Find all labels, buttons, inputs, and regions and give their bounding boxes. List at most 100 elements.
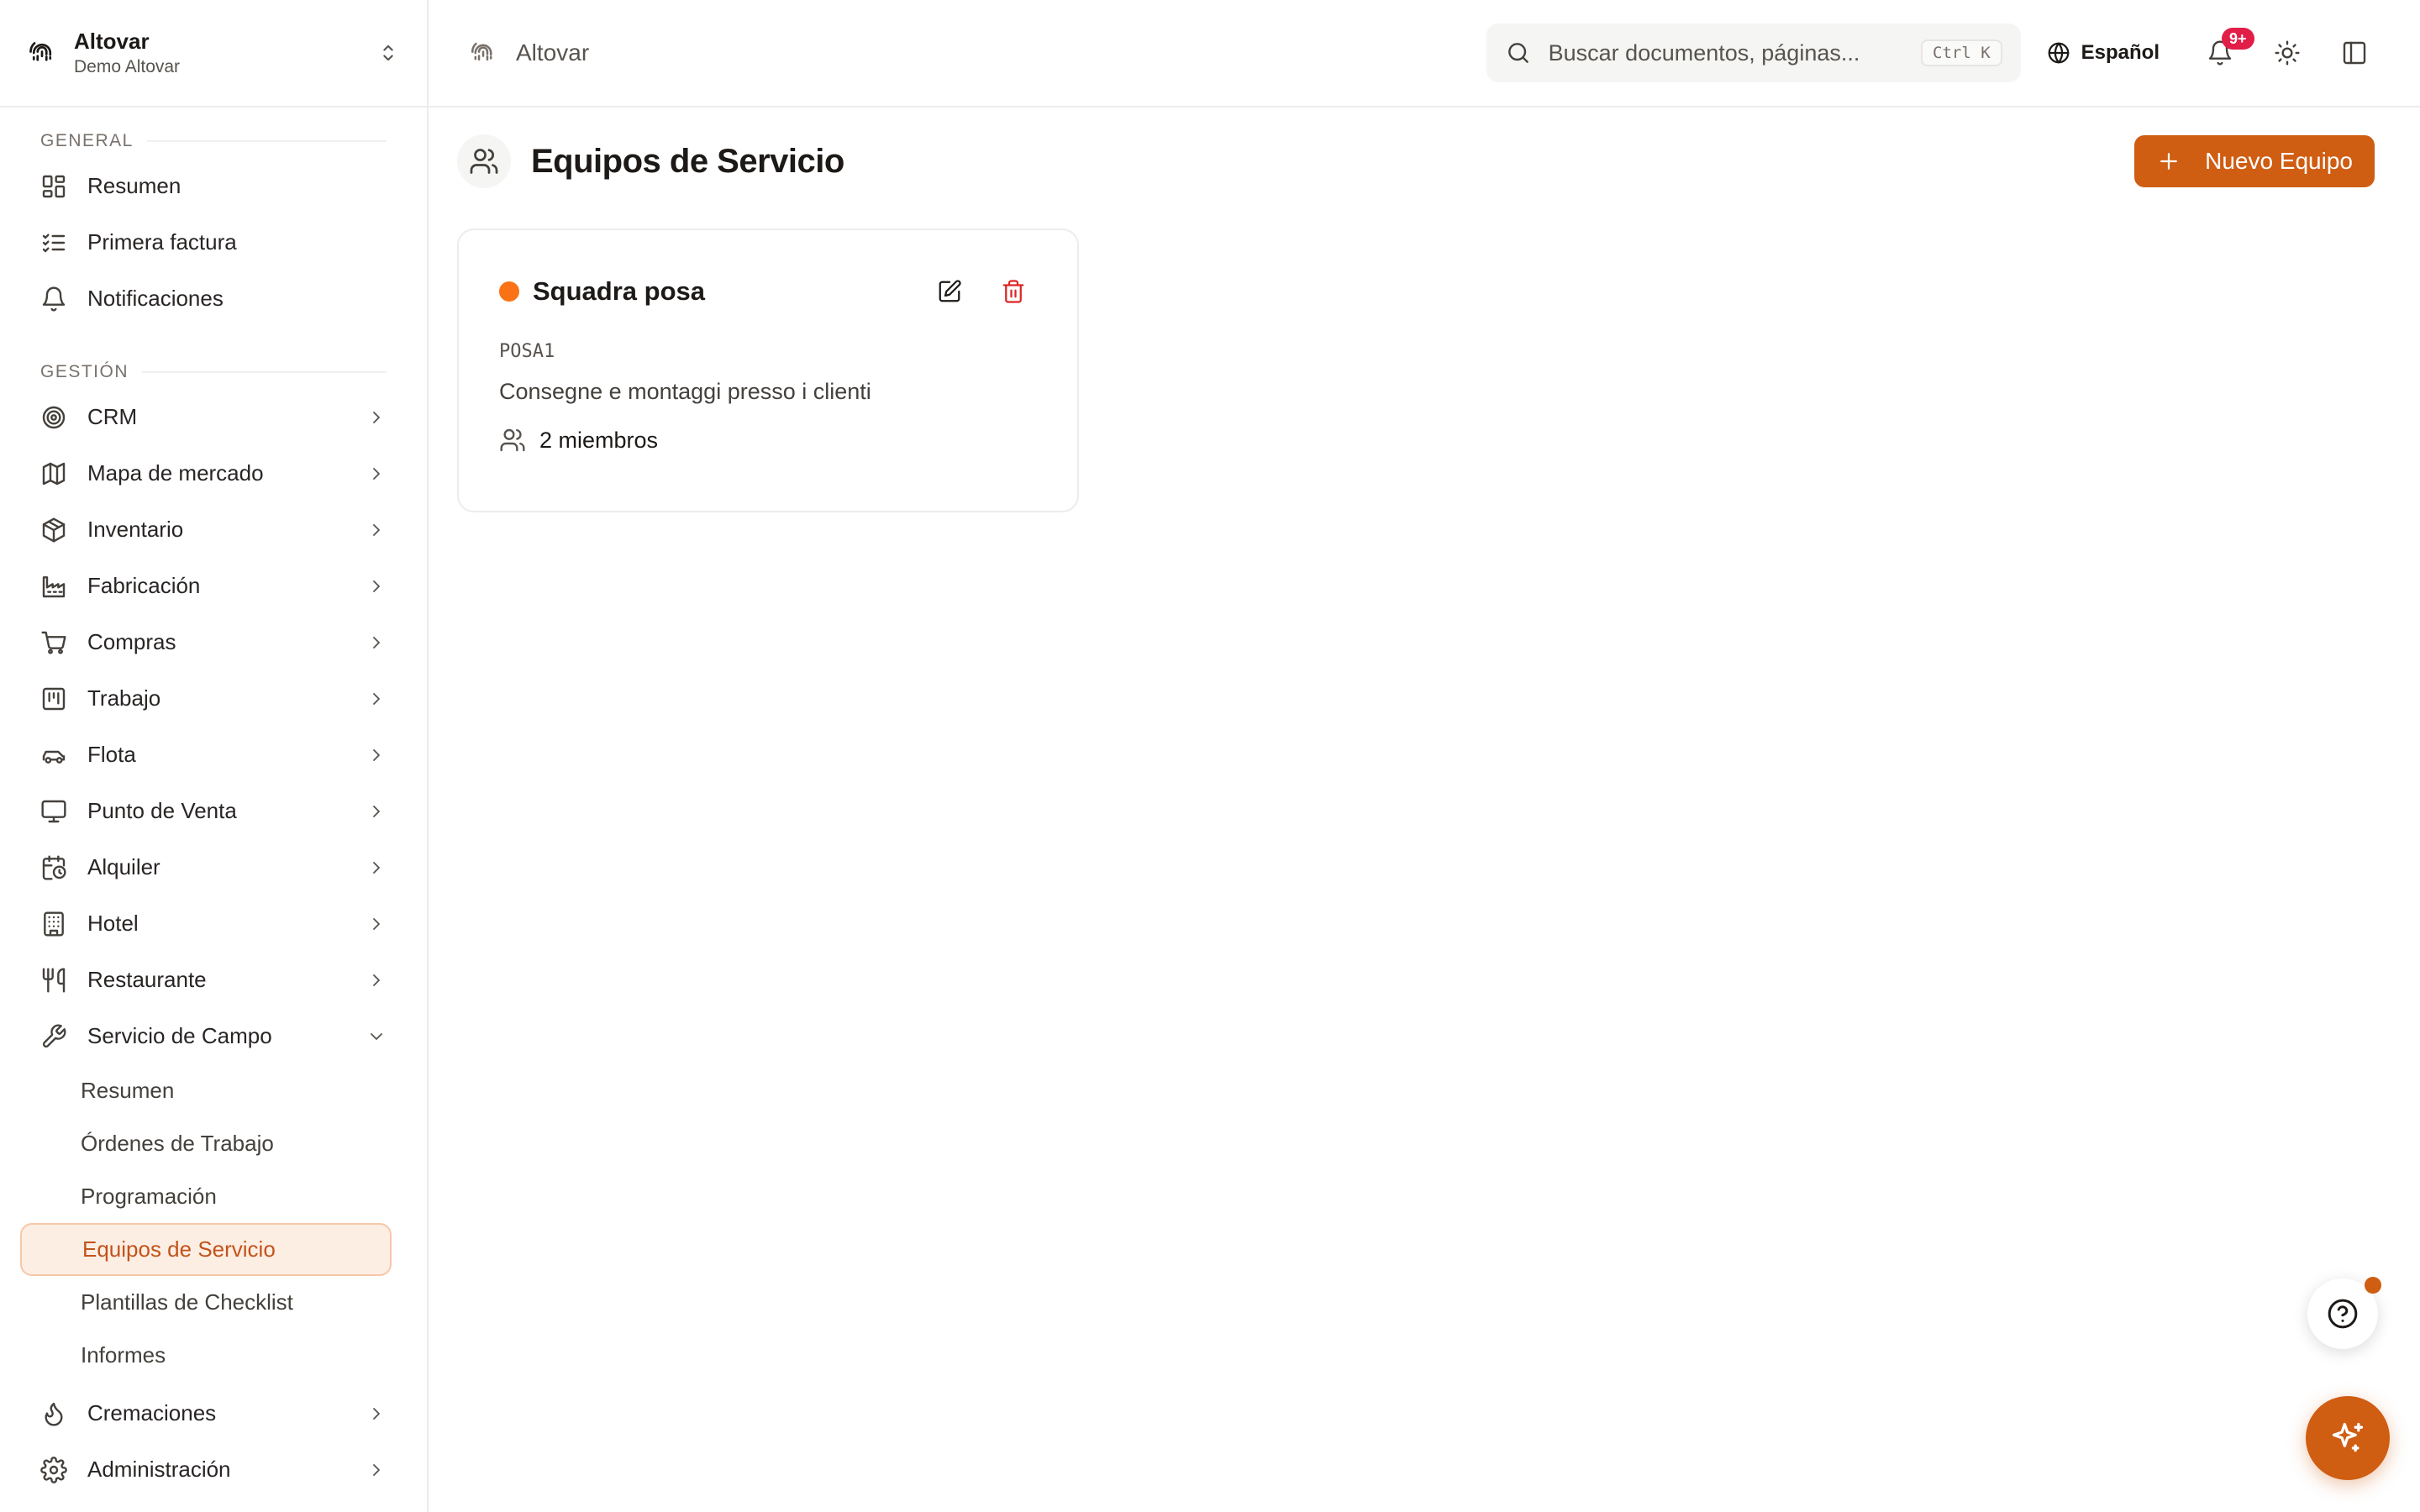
language-label: Español: [2081, 41, 2160, 64]
language-selector[interactable]: Español: [2046, 40, 2160, 66]
submenu-item-informes[interactable]: Informes: [0, 1329, 427, 1382]
submenu-item-equipos-de-servicio[interactable]: Equipos de Servicio: [20, 1223, 392, 1276]
team-card[interactable]: Squadra posa POSA1 Consegne e montaggi p…: [457, 228, 1079, 512]
team-name: Squadra posa: [533, 276, 705, 306]
sidebar-item-fabricacion[interactable]: Fabricación: [0, 558, 427, 614]
target-icon: [42, 406, 66, 428]
sidebar-item-restaurante[interactable]: Restaurante: [0, 952, 427, 1008]
submenu-item-programacion[interactable]: Programación: [0, 1170, 427, 1223]
notifications-badge: 9+: [2222, 28, 2254, 50]
bell-icon: [42, 286, 66, 312]
fingerprint-logo-icon: [29, 42, 52, 61]
help-circle-icon: [2328, 1299, 2358, 1329]
map-icon: [42, 462, 66, 485]
submenu-item-plantillas-de-checklist[interactable]: Plantillas de Checklist: [0, 1276, 427, 1329]
sidebar-item-trabajo[interactable]: Trabajo: [0, 670, 427, 727]
edit-icon: [939, 280, 961, 302]
building-icon: [44, 911, 64, 937]
page-icon-wrap: [457, 134, 511, 188]
field-service-submenu: Resumen Órdenes de Trabajo Programación …: [0, 1064, 427, 1382]
section-title-general: GENERAL: [40, 124, 387, 158]
sidebar-item-servicio-de-campo[interactable]: Servicio de Campo: [0, 1008, 427, 1064]
nav-gestion: CRM Mapa de mercado Inventario Fabricaci…: [0, 389, 427, 1064]
wrench-icon: [42, 1024, 66, 1047]
notifications-button[interactable]: 9+: [2196, 28, 2254, 76]
org-switcher[interactable]: Altovar Demo Altovar: [0, 0, 427, 108]
fingerprint-icon: [471, 42, 492, 61]
new-team-button[interactable]: Nuevo Equipo: [2134, 135, 2375, 187]
chevron-right-icon: [373, 974, 380, 986]
sidebar-panel-icon: [2343, 41, 2366, 65]
sidebar-item-label: Alquiler: [87, 854, 160, 879]
toggle-panel-button[interactable]: [2331, 29, 2378, 76]
calendar-clock-icon: [42, 854, 66, 880]
sidebar-item-label: Cremaciones: [87, 1400, 217, 1425]
chevron-down-icon: [371, 1032, 382, 1040]
team-members: 2 miembros: [499, 427, 1037, 454]
sidebar-item-primera-factura[interactable]: Primera factura: [0, 214, 427, 270]
globe-icon: [2048, 42, 2070, 64]
nav-gestion-more: Cremaciones Administración: [0, 1385, 427, 1498]
ai-assistant-button[interactable]: [2306, 1396, 2390, 1480]
monitor-icon: [41, 800, 66, 822]
sidebar-item-mapa-de-mercado[interactable]: Mapa de mercado: [0, 445, 427, 501]
sidebar-item-flota[interactable]: Flota: [0, 727, 427, 783]
sidebar-item-alquiler[interactable]: Alquiler: [0, 839, 427, 895]
chevron-right-icon: [373, 1463, 380, 1476]
gear-icon: [40, 1456, 67, 1483]
sidebar-item-label: Mapa de mercado: [87, 460, 264, 486]
flame-icon: [45, 1402, 63, 1426]
sun-icon: [2275, 40, 2300, 66]
dashboard-icon: [42, 175, 66, 197]
checklist-icon: [42, 233, 66, 252]
sidebar-item-compras[interactable]: Compras: [0, 614, 427, 670]
submenu-item-ordenes-de-trabajo[interactable]: Órdenes de Trabajo: [0, 1117, 427, 1170]
chevron-right-icon: [373, 1407, 380, 1420]
search-input[interactable]: Buscar documentos, páginas... Ctrl K: [1486, 24, 2021, 82]
cart-icon: [41, 631, 66, 654]
breadcrumb: Altovar: [469, 39, 1486, 67]
sidebar-item-label: Servicio de Campo: [87, 1023, 272, 1048]
car-icon: [42, 750, 66, 764]
sidebar-item-resumen[interactable]: Resumen: [0, 158, 427, 214]
plus-icon: [2160, 153, 2177, 170]
submenu-item-resumen[interactable]: Resumen: [0, 1064, 427, 1117]
search-icon: [1507, 43, 1528, 63]
breadcrumb-item[interactable]: Altovar: [516, 39, 589, 66]
chevron-right-icon: [373, 861, 380, 874]
help-notification-dot: [2365, 1277, 2381, 1294]
search-placeholder: Buscar documentos, páginas...: [1548, 39, 1860, 66]
page-header: Equipos de Servicio Nuevo Equipo: [429, 108, 2420, 215]
chevron-right-icon: [373, 805, 380, 817]
sidebar-item-label: Administración: [87, 1457, 231, 1482]
sidebar-item-label: Compras: [87, 629, 176, 654]
chevron-right-icon: [373, 580, 380, 592]
page-title: Equipos de Servicio: [531, 142, 844, 180]
delete-team-button[interactable]: [990, 268, 1037, 315]
sidebar-item-label: Flota: [87, 742, 136, 767]
users-icon: [470, 149, 498, 174]
sidebar-item-label: Punto de Venta: [87, 798, 237, 823]
workspace-name: Demo Altovar: [74, 57, 181, 76]
utensils-icon: [42, 967, 66, 993]
sidebar-item-punto-de-venta[interactable]: Punto de Venta: [0, 783, 427, 839]
sidebar-item-label: Primera factura: [87, 229, 237, 255]
sidebar-item-cremaciones[interactable]: Cremaciones: [0, 1385, 427, 1441]
theme-toggle-button[interactable]: [2264, 29, 2311, 76]
sidebar-item-hotel[interactable]: Hotel: [0, 895, 427, 952]
chevron-right-icon: [373, 636, 380, 648]
sidebar-item-inventario[interactable]: Inventario: [0, 501, 427, 558]
sidebar-item-crm[interactable]: CRM: [0, 389, 427, 445]
factory-icon: [42, 575, 66, 597]
package-icon: [42, 517, 66, 543]
chevron-right-icon: [373, 748, 380, 761]
sidebar-item-label: Inventario: [87, 517, 184, 542]
sidebar-item-notificaciones[interactable]: Notificaciones: [0, 270, 427, 327]
sidebar-item-administracion[interactable]: Administración: [0, 1441, 427, 1498]
chevrons-up-down-icon[interactable]: [376, 41, 400, 65]
trash-icon: [1002, 280, 1024, 303]
edit-team-button[interactable]: [926, 268, 973, 315]
team-members-count: 2 miembros: [539, 427, 659, 453]
help-button[interactable]: [2307, 1277, 2381, 1349]
main-content: Equipos de Servicio Nuevo Equipo Squadra…: [429, 108, 2420, 1512]
